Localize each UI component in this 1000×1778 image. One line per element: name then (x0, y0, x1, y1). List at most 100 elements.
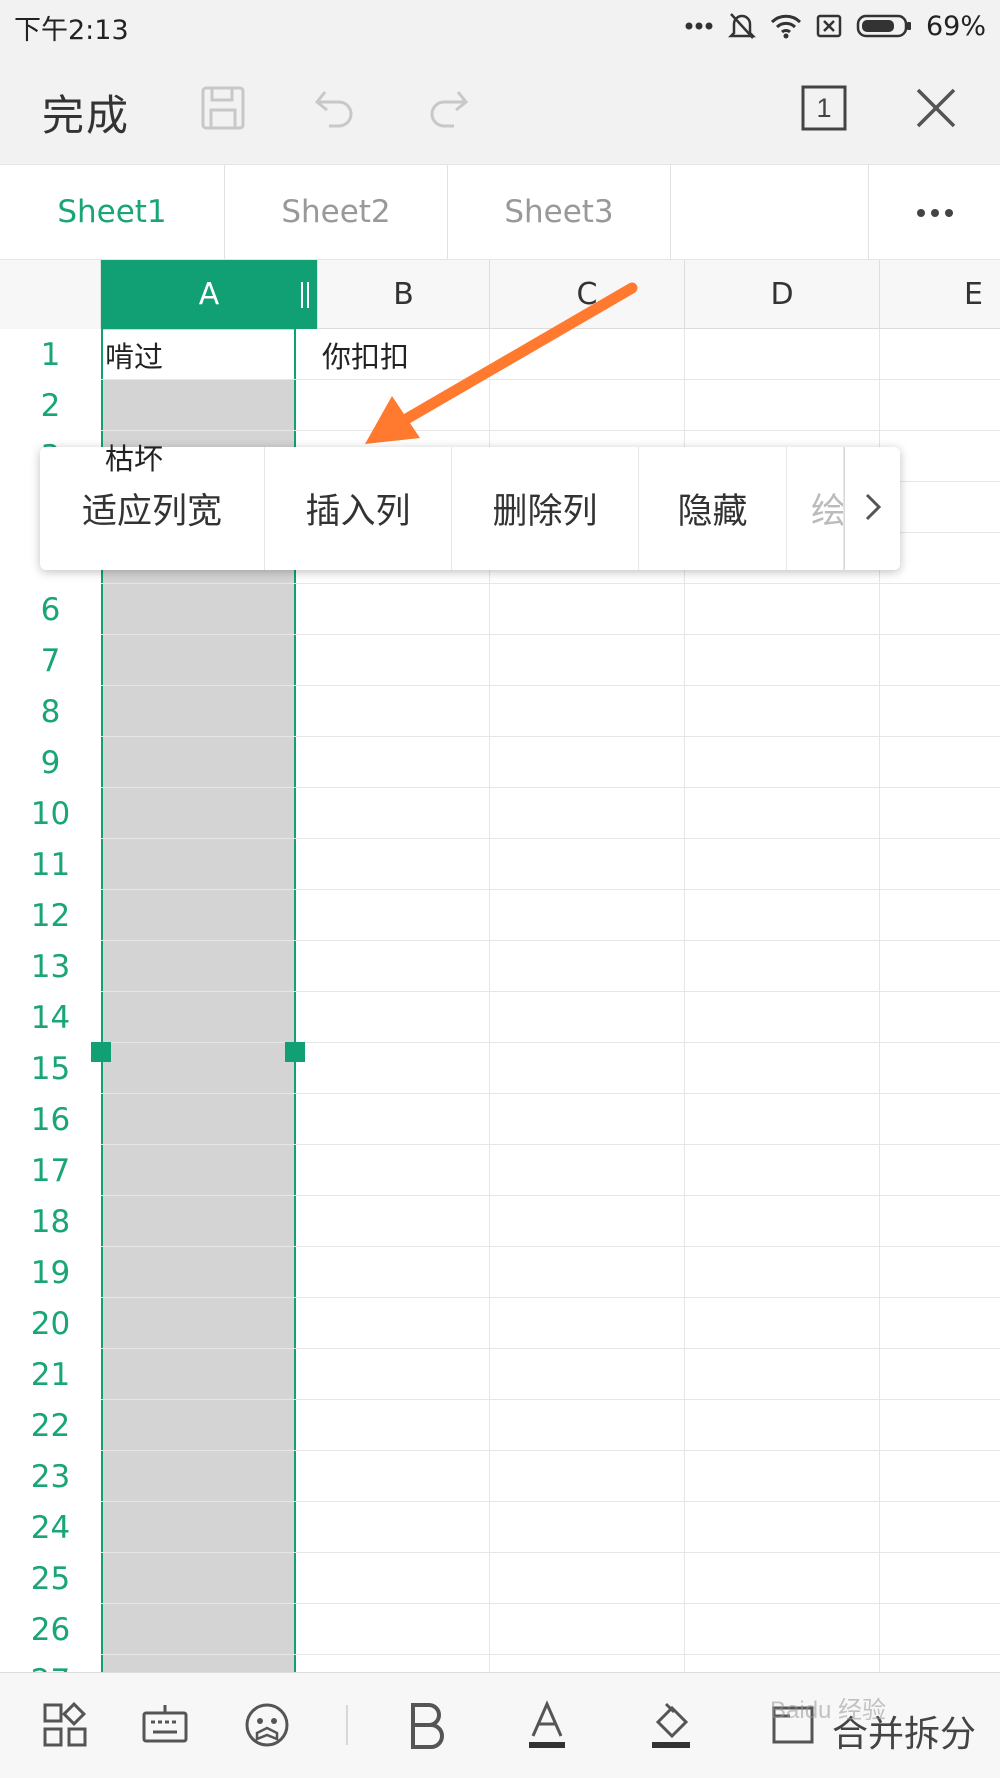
tab-sheet3[interactable]: Sheet3 (448, 165, 671, 259)
cell-c18[interactable] (490, 1196, 685, 1247)
cell-d8[interactable] (685, 686, 880, 737)
cell-d11[interactable] (685, 839, 880, 890)
cell-c27[interactable] (490, 1655, 685, 1672)
cell-b2[interactable] (318, 380, 490, 431)
row-number[interactable]: 22 (0, 1400, 101, 1451)
cell-b21[interactable] (318, 1349, 490, 1400)
cell-d21[interactable] (685, 1349, 880, 1400)
cell-a3[interactable]: 枯坏 (101, 431, 318, 482)
cell-e26[interactable] (880, 1604, 1000, 1655)
cell-b22[interactable] (318, 1400, 490, 1451)
cell-d15[interactable] (685, 1043, 880, 1094)
cell-b9[interactable] (318, 737, 490, 788)
cell-e2[interactable] (880, 380, 1000, 431)
cell-a16[interactable] (101, 1094, 318, 1145)
cell-c17[interactable] (490, 1145, 685, 1196)
cell-c12[interactable] (490, 890, 685, 941)
cell-c2[interactable] (490, 380, 685, 431)
cell-c16[interactable] (490, 1094, 685, 1145)
cell-c21[interactable] (490, 1349, 685, 1400)
cell-c14[interactable] (490, 992, 685, 1043)
cell-a20[interactable] (101, 1298, 318, 1349)
cell-b18[interactable] (318, 1196, 490, 1247)
cell-b10[interactable] (318, 788, 490, 839)
cell-e24[interactable] (880, 1502, 1000, 1553)
cell-e15[interactable] (880, 1043, 1000, 1094)
cell-b6[interactable] (318, 584, 490, 635)
cell-b13[interactable] (318, 941, 490, 992)
cell-c13[interactable] (490, 941, 685, 992)
cell-c24[interactable] (490, 1502, 685, 1553)
cell-b24[interactable] (318, 1502, 490, 1553)
row-number[interactable]: 12 (0, 890, 101, 941)
cell-b26[interactable] (318, 1604, 490, 1655)
cell-b27[interactable] (318, 1655, 490, 1672)
cell-a27[interactable] (101, 1655, 318, 1672)
cell-b19[interactable] (318, 1247, 490, 1298)
row-number[interactable]: 9 (0, 737, 101, 788)
column-header-b[interactable]: B (318, 260, 490, 329)
cell-d17[interactable] (685, 1145, 880, 1196)
cell-b15[interactable] (318, 1043, 490, 1094)
cell-c26[interactable] (490, 1604, 685, 1655)
row-number[interactable]: 14 (0, 992, 101, 1043)
cell-d25[interactable] (685, 1553, 880, 1604)
row-number[interactable]: 26 (0, 1604, 101, 1655)
cell-e11[interactable] (880, 839, 1000, 890)
cell-c22[interactable] (490, 1400, 685, 1451)
cell-d7[interactable] (685, 635, 880, 686)
cell-c15[interactable] (490, 1043, 685, 1094)
cell-a6[interactable] (101, 584, 318, 635)
cell-d2[interactable] (685, 380, 880, 431)
cell-b25[interactable] (318, 1553, 490, 1604)
cell-a25[interactable] (101, 1553, 318, 1604)
column-header-c[interactable]: C (490, 260, 685, 329)
cell-b20[interactable] (318, 1298, 490, 1349)
cell-a19[interactable] (101, 1247, 318, 1298)
row-number[interactable]: 6 (0, 584, 101, 635)
cell-c9[interactable] (490, 737, 685, 788)
cell-a12[interactable] (101, 890, 318, 941)
cell-e17[interactable] (880, 1145, 1000, 1196)
cell-a9[interactable] (101, 737, 318, 788)
page-count-icon[interactable]: 1 (796, 80, 852, 136)
bold-icon[interactable] (400, 1695, 454, 1755)
row-number[interactable]: 15 (0, 1043, 101, 1094)
close-icon[interactable] (908, 80, 964, 136)
row-number[interactable]: 17 (0, 1145, 101, 1196)
row-number[interactable]: 24 (0, 1502, 101, 1553)
row-number[interactable]: 16 (0, 1094, 101, 1145)
cell-c11[interactable] (490, 839, 685, 890)
cell-d9[interactable] (685, 737, 880, 788)
cell-a18[interactable] (101, 1196, 318, 1247)
cell-b11[interactable] (318, 839, 490, 890)
row-number[interactable]: 1 (0, 329, 101, 380)
cell-d20[interactable] (685, 1298, 880, 1349)
row-number[interactable]: 23 (0, 1451, 101, 1502)
cell-e7[interactable] (880, 635, 1000, 686)
cell-e21[interactable] (880, 1349, 1000, 1400)
cell-a24[interactable] (101, 1502, 318, 1553)
cell-d23[interactable] (685, 1451, 880, 1502)
cell-d18[interactable] (685, 1196, 880, 1247)
cell-a8[interactable] (101, 686, 318, 737)
cell-e16[interactable] (880, 1094, 1000, 1145)
apps-icon[interactable] (38, 1695, 92, 1755)
row-number[interactable]: 8 (0, 686, 101, 737)
row-number[interactable]: 19 (0, 1247, 101, 1298)
cell-d10[interactable] (685, 788, 880, 839)
cell-b1[interactable]: 你扣扣 (318, 329, 490, 380)
cell-e1[interactable] (880, 329, 1000, 380)
font-color-icon[interactable] (520, 1695, 574, 1755)
row-number[interactable]: 7 (0, 635, 101, 686)
cell-a7[interactable] (101, 635, 318, 686)
cell-e23[interactable] (880, 1451, 1000, 1502)
cell-a22[interactable] (101, 1400, 318, 1451)
cell-e8[interactable] (880, 686, 1000, 737)
undo-icon[interactable] (307, 80, 363, 136)
tab-sheet1[interactable]: Sheet1 (0, 165, 225, 259)
menu-item-hide[interactable]: 隐藏 (639, 447, 787, 570)
cell-e12[interactable] (880, 890, 1000, 941)
cell-e6[interactable] (880, 584, 1000, 635)
save-icon[interactable] (195, 80, 251, 136)
